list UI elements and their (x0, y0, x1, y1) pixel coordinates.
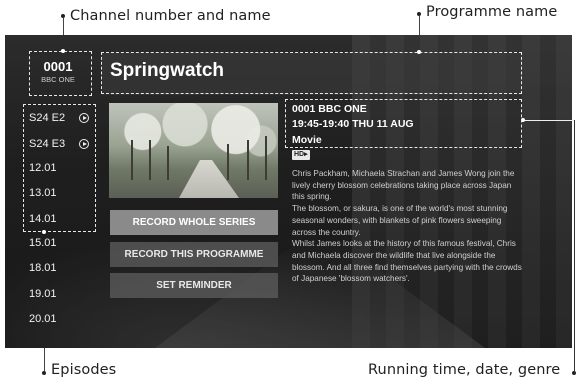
programme-description: Chris Packham, Michaela Strachan and Jam… (292, 168, 526, 285)
record-whole-series-button[interactable]: RECORD WHOLE SERIES (110, 210, 278, 235)
episode-item-6[interactable]: 15.01 (29, 237, 57, 249)
running-callout-connector (524, 120, 574, 121)
programme-thumbnail (109, 103, 278, 198)
set-reminder-button[interactable]: SET REMINDER (110, 273, 278, 298)
info-channel-line: 0001 BBC ONE (292, 103, 367, 115)
description-paragraph: Chris Packham, Michaela Strachan and Jam… (292, 169, 515, 202)
programme-callout-label: Programme name (426, 4, 558, 20)
episodes-callout-dot (42, 371, 46, 375)
tree-trunk (227, 144, 229, 180)
episode-item-5[interactable]: 14.01 (29, 213, 57, 225)
episodes-callout-label: Episodes (51, 362, 117, 378)
programme-title: Springwatch (110, 60, 225, 81)
description-paragraph: Whilst James looks at the history of thi… (292, 239, 522, 284)
channel-number: 0001 (43, 59, 73, 74)
hd-badge: HD▸ (292, 150, 310, 160)
tree-trunk (149, 140, 151, 180)
channel-callout-label: Channel number and name (70, 8, 271, 24)
info-time-line: 19:45-19:40 THU 11 AUG (292, 118, 414, 130)
tree-trunk (265, 136, 267, 180)
episode-item-3[interactable]: 12.01 (29, 162, 57, 174)
tree-trunk (131, 140, 133, 180)
play-icon[interactable] (79, 139, 89, 149)
episodes-box-anchor (42, 230, 46, 234)
running-callout-line (574, 120, 575, 371)
episode-item-4[interactable]: 13.01 (29, 187, 57, 199)
channel-name: BBC ONE (41, 75, 75, 84)
tree-trunk (167, 146, 169, 180)
running-callout-label: Running time, date, genre (368, 362, 561, 378)
episode-item-2[interactable]: S24 E3 (29, 138, 65, 150)
tree-trunk (247, 140, 249, 180)
running-callout-dot (572, 371, 576, 375)
channel-box-anchor (61, 49, 65, 53)
play-icon[interactable] (79, 113, 89, 123)
episode-item-8[interactable]: 19.01 (29, 288, 57, 300)
info-genre: Movie (292, 134, 322, 146)
description-paragraph: The blossom, or sakura, is one of the wo… (292, 204, 508, 237)
record-this-programme-button[interactable]: RECORD THIS PROGRAMME (110, 242, 278, 267)
episode-item-9[interactable]: 20.01 (29, 313, 57, 325)
episode-item-1[interactable]: S24 E2 (29, 112, 65, 124)
episode-item-7[interactable]: 18.01 (29, 262, 57, 274)
programme-box-anchor (417, 50, 421, 54)
